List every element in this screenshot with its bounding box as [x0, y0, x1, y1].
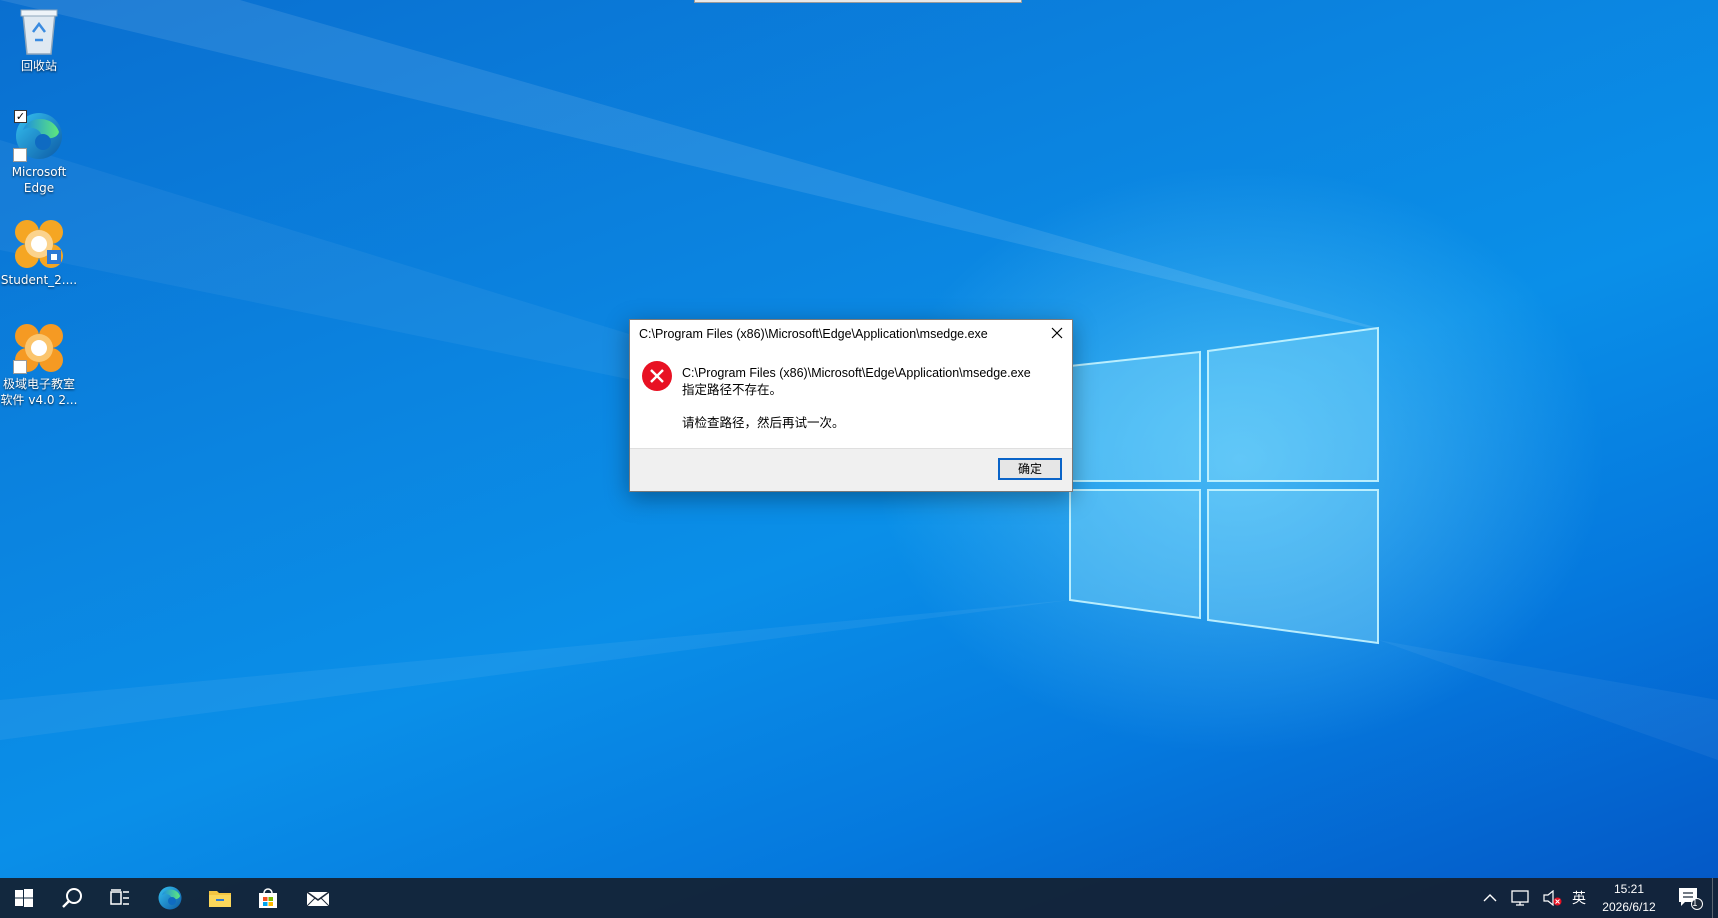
error-icon: [642, 361, 672, 391]
student-app-icon: [15, 220, 63, 268]
edge-label-line2: Edge: [23, 181, 55, 195]
selection-checkbox[interactable]: ✓: [14, 110, 27, 123]
jiyu-label-line1: 极域电子教室: [2, 377, 75, 391]
dialog-footer: 确定: [630, 448, 1072, 491]
tray-clock[interactable]: 15:21 2026/6/12: [1590, 880, 1668, 916]
taskbar-file-explorer-button[interactable]: [196, 878, 244, 918]
clock-time: 15:21: [1613, 882, 1645, 896]
error-dialog: C:\Program Files (x86)\Microsoft\Edge\Ap…: [629, 319, 1073, 492]
tray-ime-button[interactable]: 英: [1568, 878, 1590, 918]
tray-volume-button[interactable]: [1538, 878, 1566, 918]
desktop-icon-jiyu[interactable]: 极域电子教室 软件 v4.0 2...: [0, 322, 78, 408]
chevron-up-icon: [1483, 894, 1497, 902]
notification-icon: [1679, 888, 1703, 910]
ok-button[interactable]: 确定: [998, 458, 1062, 480]
show-desktop-button[interactable]: [1712, 878, 1718, 918]
edge-label-line1: Microsoft: [11, 165, 67, 179]
recycle-bin-label: 回收站: [20, 59, 57, 73]
store-icon: [259, 888, 277, 908]
close-icon: [1051, 327, 1063, 339]
jiyu-label-line2: 软件 v4.0 2...: [0, 393, 78, 407]
task-view-icon: [110, 889, 129, 905]
file-explorer-icon: [209, 891, 231, 907]
desktop-icon-student[interactable]: Student_2....: [0, 218, 78, 288]
edge-icon: [158, 886, 182, 910]
task-view-button[interactable]: [96, 878, 144, 918]
tray-network-button[interactable]: [1506, 878, 1534, 918]
mail-icon: [306, 891, 330, 907]
top-window-strip: [694, 0, 1022, 3]
clock-date: 2026/6/12: [1602, 900, 1656, 914]
notification-count-badge: 1: [1692, 899, 1698, 909]
start-icon: [15, 889, 33, 907]
message-path: C:\Program Files (x86)\Microsoft\Edge\Ap…: [682, 366, 1031, 380]
desktop-icon-recycle-bin[interactable]: 回收站: [0, 6, 78, 74]
message-hint: 请检查路径，然后再试一次。: [682, 416, 845, 430]
start-button[interactable]: [0, 878, 48, 918]
recycle-bin-icon: [20, 9, 58, 55]
taskbar-store-button[interactable]: [244, 878, 292, 918]
volume-muted-icon: [1543, 890, 1562, 906]
dialog-message: C:\Program Files (x86)\Microsoft\Edge\Ap…: [682, 365, 1031, 432]
dialog-close-button[interactable]: [1042, 320, 1072, 346]
search-button[interactable]: [48, 878, 96, 918]
desktop-icon-edge[interactable]: ✓ Microsoft Edge: [0, 110, 78, 196]
notification-center-button[interactable]: 1: [1672, 878, 1708, 918]
shortcut-arrow-icon: [13, 360, 27, 374]
student-label: Student_2....: [0, 273, 78, 287]
taskbar-edge-button[interactable]: [146, 878, 194, 918]
message-error: 指定路径不存在。: [682, 383, 783, 397]
tray-overflow-button[interactable]: [1478, 878, 1502, 918]
taskbar-mail-button[interactable]: [294, 878, 342, 918]
search-icon: [62, 888, 82, 908]
shortcut-arrow-icon: [13, 148, 27, 162]
dialog-title: C:\Program Files (x86)\Microsoft\Edge\Ap…: [639, 327, 988, 341]
network-icon: [1511, 890, 1529, 906]
taskbar: 英 15:21 2026/6/12 1: [0, 878, 1718, 918]
